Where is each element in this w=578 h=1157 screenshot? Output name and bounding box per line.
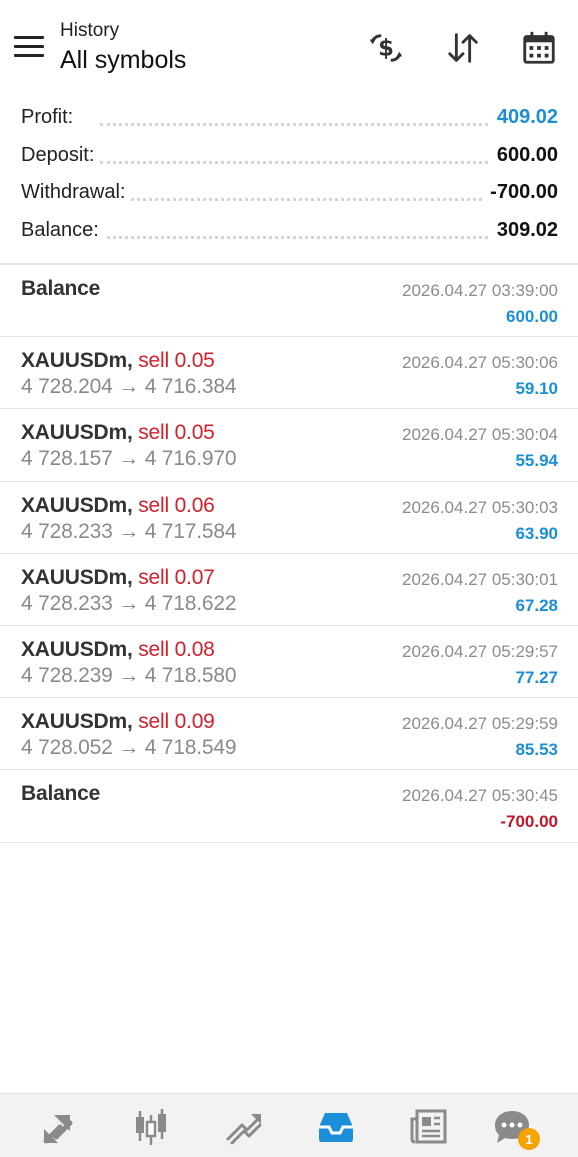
bottom-nav: 1: [0, 1093, 578, 1157]
summary-value: -700.00: [482, 181, 558, 204]
item-symbol: XAUUSDm,: [21, 710, 133, 734]
leader-dots: [100, 235, 488, 239]
item-time: 2026.04.27 05:30:45: [402, 786, 558, 806]
item-direction: sell 0.07: [138, 565, 215, 589]
summary-value: 600.00: [488, 143, 558, 167]
item-time: 2026.04.27 05:30:06: [402, 353, 558, 373]
item-symbol: XAUUSDm,: [21, 349, 133, 373]
list-item[interactable]: Balance 2026.04.27 05:30:45 -700.00: [0, 770, 578, 843]
list-item[interactable]: XAUUSDm, sell 0.05 4 728.157 → 4 716.970…: [0, 409, 578, 482]
summary-value: 309.02: [488, 218, 558, 242]
item-amount: 59.10: [515, 379, 558, 399]
notification-badge: 1: [518, 1128, 540, 1150]
item-direction: sell 0.06: [138, 493, 215, 517]
calendar-icon[interactable]: [517, 26, 561, 70]
item-time: 2026.04.27 05:29:59: [402, 714, 558, 734]
item-amount: 55.94: [515, 451, 558, 471]
quotes-icon[interactable]: [34, 1106, 82, 1148]
summary-label: Profit:: [21, 106, 80, 129]
item-symbol: Balance: [21, 277, 101, 300]
list-item[interactable]: XAUUSDm, sell 0.05 4 728.204 → 4 716.384…: [0, 337, 578, 410]
leader-dots: [100, 123, 488, 126]
item-direction: sell 0.05: [138, 349, 215, 373]
item-time: 2026.04.27 03:39:00: [402, 281, 558, 300]
news-icon[interactable]: [405, 1106, 453, 1148]
item-symbol: Balance: [21, 782, 101, 806]
item-direction: sell 0.09: [138, 710, 215, 734]
chart-icon[interactable]: [127, 1106, 175, 1148]
currency-exchange-icon[interactable]: $: [364, 26, 408, 70]
item-time: 2026.04.27 05:30:01: [402, 569, 558, 589]
svg-text:$: $: [378, 36, 394, 62]
summary-label: Withdrawal:: [21, 181, 132, 204]
item-amount: -700.00: [500, 812, 558, 832]
item-time: 2026.04.27 05:30:03: [402, 497, 558, 517]
item-time: 2026.04.27 05:29:57: [402, 641, 558, 661]
summary-row-profit: Profit: 409.02: [0, 100, 578, 138]
list-item[interactable]: XAUUSDm, sell 0.07 4 728.233 → 4 718.622…: [0, 554, 578, 626]
item-symbol: XAUUSDm,: [21, 493, 133, 517]
menu-icon[interactable]: [14, 36, 44, 58]
item-prices: 4 728.233 → 4 717.584: [21, 519, 237, 543]
summary-panel: Profit: 409.02 Deposit: 600.00 Withdrawa…: [0, 100, 578, 250]
list-item[interactable]: XAUUSDm, sell 0.06 4 728.233 → 4 717.584…: [0, 482, 578, 554]
header-title[interactable]: All symbols: [60, 46, 186, 75]
summary-value: 409.02: [488, 106, 558, 129]
item-direction: sell 0.08: [138, 637, 215, 661]
item-amount: 85.53: [515, 740, 558, 760]
item-symbol: XAUUSDm,: [21, 565, 133, 589]
header-subtitle: History: [60, 20, 120, 41]
messages-icon[interactable]: 1: [488, 1106, 540, 1150]
summary-row-balance: Balance: 309.02: [0, 213, 578, 251]
item-amount: 600.00: [506, 307, 558, 326]
summary-label: Balance:: [21, 218, 105, 242]
item-prices: 4 728.052 → 4 718.549: [21, 736, 237, 760]
app-header: History All symbols $: [0, 0, 578, 96]
list-item[interactable]: Balance 2026.04.27 03:39:00 600.00: [0, 265, 578, 338]
sort-icon[interactable]: [441, 26, 485, 70]
item-prices: 4 728.239 → 4 718.580: [21, 663, 237, 687]
list-item[interactable]: XAUUSDm, sell 0.08 4 728.239 → 4 718.580…: [0, 626, 578, 699]
item-amount: 67.28: [515, 595, 558, 615]
summary-label: Deposit:: [21, 143, 101, 167]
summary-row-deposit: Deposit: 600.00: [0, 138, 578, 176]
item-direction: sell 0.05: [138, 421, 215, 445]
leader-dots: [100, 198, 488, 201]
list-item[interactable]: XAUUSDm, sell 0.09 4 728.052 → 4 718.549…: [0, 698, 578, 771]
trade-icon[interactable]: [220, 1106, 268, 1148]
item-prices: 4 728.157 → 4 716.970: [21, 447, 237, 471]
leader-dots: [100, 160, 488, 164]
history-list: Balance 2026.04.27 03:39:00 600.00 XAUUS…: [0, 265, 578, 843]
item-time: 2026.04.27 05:30:04: [402, 425, 558, 445]
item-prices: 4 728.204 → 4 716.384: [21, 375, 237, 399]
item-prices: 4 728.233 → 4 718.622: [21, 591, 237, 615]
item-amount: 77.27: [515, 667, 558, 687]
summary-row-withdrawal: Withdrawal: -700.00: [0, 175, 578, 213]
item-symbol: XAUUSDm,: [21, 421, 133, 445]
history-icon[interactable]: [312, 1106, 360, 1148]
item-amount: 63.90: [515, 523, 558, 543]
item-symbol: XAUUSDm,: [21, 637, 133, 661]
